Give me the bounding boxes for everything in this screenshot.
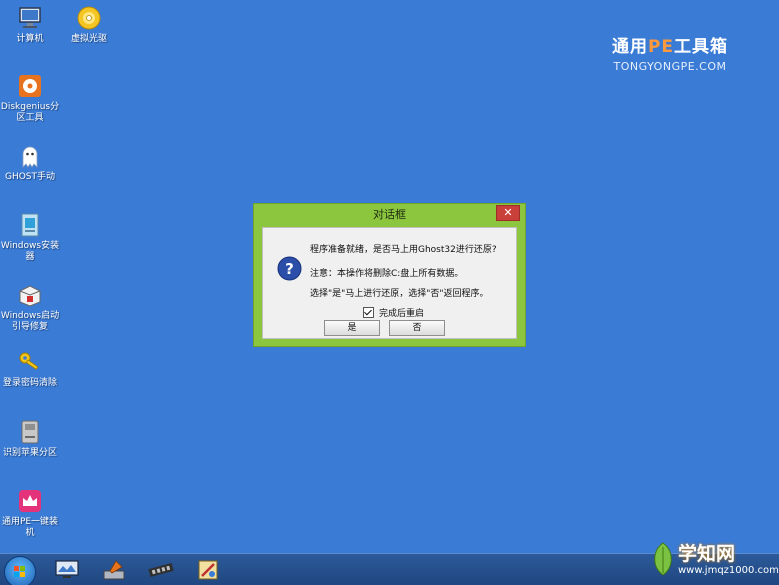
desktop-icon-label: Windows启动引导修复 — [0, 311, 60, 332]
desktop-icon-diskgenius[interactable]: Diskgenius分区工具 — [0, 72, 60, 124]
dialog-message-instructions: 选择"是"马上进行还原，选择"否"返回程序。 — [310, 289, 489, 299]
desktop-icon-boot-repair[interactable]: Windows启动引导修复 — [0, 281, 60, 333]
desktop-icon-label: 虚拟光驱 — [70, 34, 107, 44]
desktop-icon-label: GHOST手动 — [4, 172, 56, 182]
apple-partition-icon — [15, 418, 45, 446]
pe-installer-icon — [15, 487, 45, 515]
brand-subtitle: TONGYONGPE.COM — [613, 60, 727, 73]
key-icon — [15, 348, 45, 376]
yes-button[interactable]: 是 — [324, 320, 380, 336]
desktop-icon-label: 通用PE一键装机 — [1, 517, 59, 538]
close-button[interactable]: ✕ — [496, 205, 520, 221]
confirm-dialog: 对话框 ✕ ? 程序准备就绪，是否马上用Ghost32进行还原? 注意：本操作将… — [253, 203, 526, 347]
desktop-icon-apple-partition[interactable]: 识别苹果分区 — [0, 418, 60, 459]
desktop-icon-ghost[interactable]: GHOST手动 — [0, 142, 60, 183]
dialog-titlebar[interactable]: 对话框 ✕ — [254, 204, 525, 226]
dialog-body: ? 程序准备就绪，是否马上用Ghost32进行还原? 注意：本操作将删除C:盘上… — [262, 227, 517, 339]
brand-logo: 通用PE工具箱 TONGYONGPE.COM — [600, 32, 740, 73]
disk-tool-icon — [103, 560, 125, 580]
brand-title: 通用PE工具箱 — [611, 37, 729, 57]
taskbar-monitor-button[interactable] — [54, 558, 80, 582]
desktop-icon-label: Diskgenius分区工具 — [0, 102, 60, 123]
desktop-icon-label: 识别苹果分区 — [2, 448, 57, 458]
desktop-icon-password-clear[interactable]: 登录密码清除 — [0, 348, 60, 389]
desktop-icon-label: 计算机 — [16, 34, 44, 44]
restart-checkbox-label: 完成后重启 — [379, 309, 425, 319]
watermark-url: www.jmqz1000.com — [678, 565, 779, 576]
no-button[interactable]: 否 — [389, 320, 445, 336]
taskbar-disk-tool-button[interactable] — [101, 558, 127, 582]
leaf-logo-icon — [654, 542, 672, 576]
windows-installer-icon — [15, 211, 45, 239]
tools-icon — [198, 560, 218, 580]
watermark: 学知网 www.jmqz1000.com — [648, 537, 779, 583]
windows-logo-icon — [14, 566, 25, 577]
watermark-title: 学知网 — [678, 543, 736, 565]
desktop-icon-label: Windows安装器 — [0, 241, 60, 262]
question-icon: ? — [277, 256, 302, 281]
desktop-icon-computer[interactable]: 计算机 — [0, 4, 60, 45]
desktop-icon-virtual-drive[interactable]: 虚拟光驱 — [59, 4, 119, 45]
restart-checkbox[interactable] — [363, 307, 374, 318]
desktop-icon-pe-installer[interactable]: 通用PE一键装机 — [0, 487, 60, 539]
svg-text:?: ? — [285, 260, 294, 278]
dialog-message-ready: 程序准备就绪，是否马上用Ghost32进行还原? — [310, 245, 497, 255]
start-button[interactable] — [4, 556, 36, 585]
taskbar-memory-button[interactable] — [148, 558, 174, 582]
taskbar-tools-button[interactable] — [195, 558, 221, 582]
computer-icon — [15, 4, 45, 32]
close-icon: ✕ — [503, 206, 513, 219]
desktop-icon-label: 登录密码清除 — [2, 378, 57, 388]
dialog-message-warning: 注意：本操作将删除C:盘上所有数据。 — [310, 269, 464, 279]
dialog-title: 对话框 — [373, 208, 406, 221]
monitor-icon — [55, 560, 79, 578]
desktop: 计算机 虚拟光驱 Diskgenius分区工具 GHOST手动 Windows安… — [0, 0, 779, 585]
virtual-drive-icon — [74, 4, 104, 32]
boot-repair-icon — [15, 281, 45, 309]
ghost-icon — [15, 142, 45, 170]
restart-checkbox-row[interactable]: 完成后重启 — [363, 306, 424, 319]
memory-icon — [148, 563, 174, 577]
desktop-icon-windows-installer[interactable]: Windows安装器 — [0, 211, 60, 263]
diskgenius-icon — [15, 72, 45, 100]
